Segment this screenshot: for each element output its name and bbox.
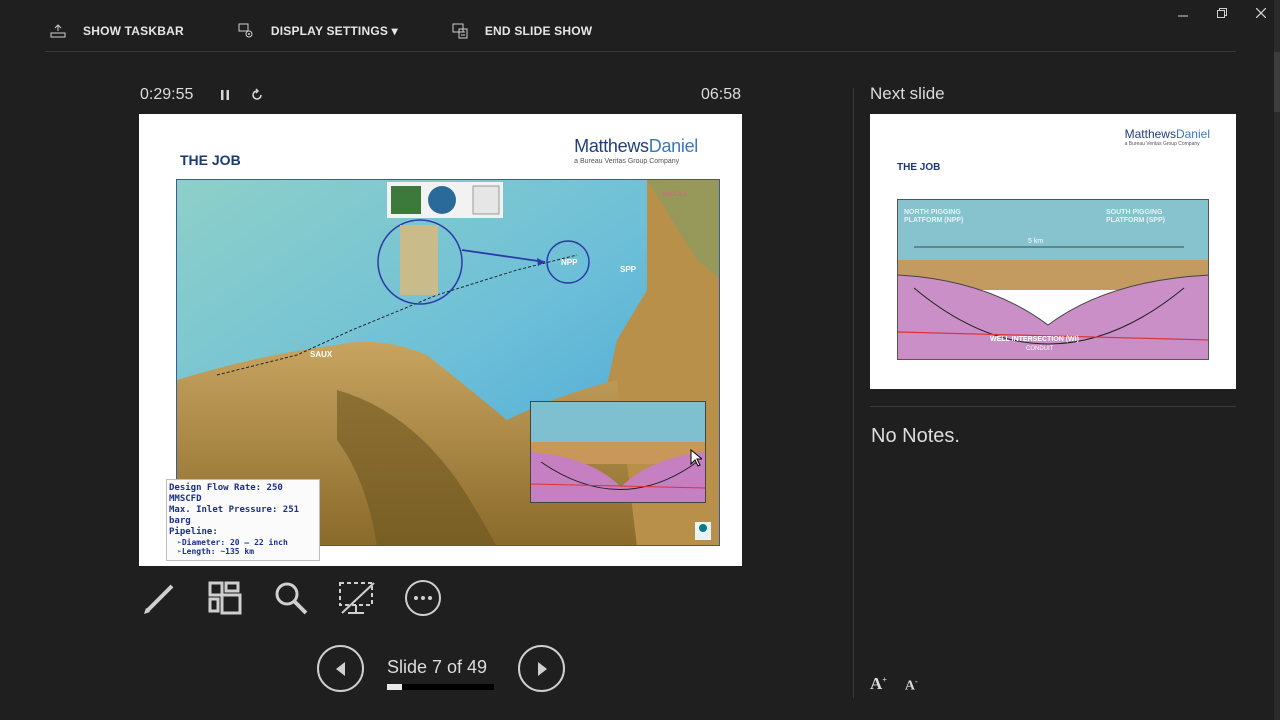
close-icon — [1255, 8, 1266, 18]
ns-logo-sub: a Bureau Veritas Group Company — [1124, 141, 1200, 147]
svg-text:PLATFORM (SPP): PLATFORM (SPP) — [1106, 217, 1165, 224]
display-settings-button[interactable]: DISPLAY SETTINGS ▾ — [236, 21, 398, 41]
company-logo: MatthewsDaniel a Bureau Veritas Group Co… — [574, 136, 698, 165]
display-settings-icon — [236, 21, 256, 41]
restore-icon — [1216, 8, 1227, 18]
ns-logo-main: Matthews — [1124, 127, 1176, 141]
well-label: WELL INTERSECTION (WI) — [990, 336, 1079, 343]
show-taskbar-label: SHOW TASKBAR — [83, 24, 184, 38]
info-line-2: MMSCFD — [169, 494, 202, 504]
toolbar-divider — [45, 51, 1236, 52]
pen-tool-button[interactable] — [139, 578, 179, 618]
saux-label: SAUX — [310, 350, 333, 359]
info-line-6: ➢Diameter: 20 – 22 inch — [177, 538, 288, 547]
see-all-slides-button[interactable] — [205, 578, 245, 618]
cross-section-diagram: 5 km NORTH PIGGING PLATFORM (NPP) SOUTH … — [897, 199, 1209, 360]
npp-label: NPP — [561, 258, 578, 267]
ns-logo-accent: Daniel — [1175, 127, 1210, 141]
spp-label: SPP — [620, 265, 637, 274]
distance-label: 5 km — [1028, 238, 1043, 245]
font-size-controls: A+ A- — [870, 674, 936, 695]
mouse-cursor-icon — [690, 449, 702, 467]
info-line-7: ➢Length: ~135 km — [177, 547, 255, 556]
show-taskbar-button[interactable]: SHOW TASKBAR — [48, 21, 184, 41]
clock: 06:58 — [700, 86, 741, 103]
decrease-font-button[interactable]: A- — [905, 677, 918, 695]
black-screen-button[interactable] — [337, 578, 377, 618]
conduit-label: CONDUIT — [1026, 346, 1054, 352]
black-screen-icon — [339, 582, 375, 614]
see-all-slides-icon — [208, 581, 242, 615]
slide-counter[interactable]: Slide 7 of 49 — [387, 657, 487, 678]
more-options-button[interactable] — [403, 578, 443, 618]
timer-row: 0:29:55 06:58 — [140, 84, 741, 106]
logo-sub: a Bureau Veritas Group Company — [574, 158, 680, 165]
restore-button[interactable] — [1202, 0, 1241, 26]
chevron-left-icon — [335, 661, 345, 676]
end-show-icon — [450, 21, 470, 41]
presenter-toolbar: SHOW TASKBAR DISPLAY SETTINGS ▾ END SLID… — [48, 18, 644, 44]
logo-main: Matthews — [574, 136, 649, 156]
info-line-1: Design Flow Rate: 250 — [169, 483, 283, 493]
info-line-5: Pipeline: — [169, 527, 218, 537]
display-settings-label: DISPLAY SETTINGS ▾ — [270, 24, 398, 38]
next-slide-title: THE JOB — [897, 162, 941, 173]
scroll-thumb[interactable] — [1274, 52, 1280, 112]
next-slide-label: Next slide — [870, 84, 945, 103]
slide-progress-fill — [387, 684, 403, 690]
next-slide-preview[interactable]: MatthewsDaniel a Bureau Veritas Group Co… — [870, 114, 1236, 389]
svg-text:PLATFORM (NPP): PLATFORM (NPP) — [904, 217, 963, 224]
pause-timer-button[interactable] — [215, 85, 235, 105]
window-controls — [1163, 0, 1280, 26]
more-icon — [405, 580, 441, 616]
scrollbar[interactable] — [1274, 0, 1280, 720]
next-slide-logo: MatthewsDaniel a Bureau Veritas Group Co… — [1125, 127, 1210, 147]
minimize-button[interactable] — [1163, 0, 1202, 26]
minimize-icon — [1177, 15, 1188, 17]
npp-diagram-label: NORTH PIGGING — [904, 209, 961, 216]
angola-label: ANGOLA — [662, 192, 687, 198]
taskbar-icon — [48, 21, 68, 41]
elapsed-timer: 0:29:55 — [140, 86, 194, 103]
current-slide[interactable]: THE JOB MatthewsDaniel a Bureau Veritas … — [139, 114, 742, 566]
next-slide-button[interactable] — [518, 645, 565, 692]
design-info-box: Design Flow Rate: 250 MMSCFD Max. Inlet … — [166, 479, 320, 561]
slide-title: THE JOB — [180, 152, 241, 168]
presenter-tools — [139, 578, 469, 618]
panel-divider[interactable] — [853, 88, 854, 698]
spp-diagram-label: SOUTH PIGGING — [1106, 209, 1163, 216]
restart-timer-button[interactable] — [247, 85, 267, 105]
end-slide-show-label: END SLIDE SHOW — [484, 24, 593, 38]
chevron-right-icon — [537, 661, 547, 676]
pen-icon — [144, 584, 174, 614]
logo-accent: Daniel — [648, 136, 699, 156]
notes-divider — [870, 406, 1236, 407]
inset-cross-section-image — [530, 401, 706, 503]
info-line-4: barg — [169, 516, 191, 526]
pause-icon — [221, 90, 230, 100]
speaker-notes[interactable]: No Notes. — [871, 425, 960, 448]
restart-icon — [252, 88, 263, 100]
info-line-3: Max. Inlet Pressure: 251 — [169, 505, 300, 515]
previous-slide-button[interactable] — [317, 645, 364, 692]
end-slide-show-button[interactable]: END SLIDE SHOW — [450, 21, 592, 41]
zoom-button[interactable] — [271, 578, 311, 618]
slide-progress-bar — [387, 684, 494, 690]
magnifier-icon — [275, 582, 308, 615]
increase-font-button[interactable]: A+ — [870, 674, 887, 695]
